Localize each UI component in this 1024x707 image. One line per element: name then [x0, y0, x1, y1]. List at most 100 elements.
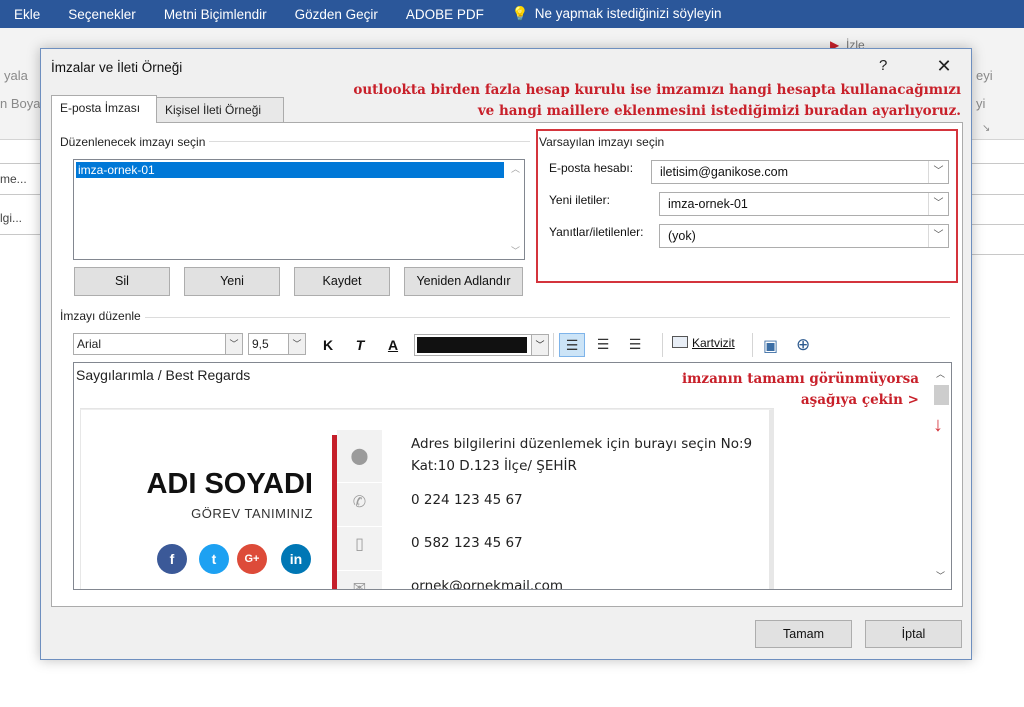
align-right-button[interactable]: ☰ — [622, 333, 648, 357]
signature-card: ADI SOYADI GÖREV TANIMINIZ f t G+ in ⬤ ✆… — [80, 409, 774, 590]
font-size-value: 9,5 — [252, 337, 269, 351]
bg-row-1: me... — [0, 172, 27, 186]
tab-adobe-pdf[interactable]: ADOBE PDF — [406, 7, 484, 22]
hyperlink-icon[interactable]: ⊕ — [796, 335, 810, 355]
scroll-up-icon[interactable]: ︿ — [936, 367, 945, 380]
chevron-down-icon[interactable]: ﹀ — [225, 334, 242, 354]
signature-role: GÖREV TANIMINIZ — [191, 506, 313, 521]
chevron-down-icon[interactable]: ﹀ — [288, 334, 305, 354]
google-plus-icon[interactable]: G+ — [237, 544, 267, 574]
tab-secenekler[interactable]: Seçenekler — [68, 7, 136, 22]
icon-divider — [337, 570, 382, 571]
signature-mobile: 0 582 123 45 67 — [411, 535, 523, 551]
tab-ekle[interactable]: Ekle — [14, 7, 40, 22]
annotation-scroll-line-1: imzanın tamamı görünmüyorsa — [681, 371, 919, 387]
ribbon-fragment-left-1: yala — [4, 68, 28, 83]
contact-icon-column: ⬤ ✆ ▯ ✉ — [337, 430, 382, 590]
ribbon-fragment-left-2: n Boya — [0, 96, 41, 111]
bold-button[interactable]: K — [318, 337, 338, 353]
signature-email: ornek@ornekmail.com — [411, 578, 564, 590]
dialog-launcher-icon[interactable]: ↘ — [982, 123, 990, 134]
bg-divider — [972, 163, 1024, 164]
new-button[interactable]: Yeni — [184, 267, 280, 296]
signature-list[interactable]: imza-ornek-01 ︿ ﹀ — [73, 159, 525, 260]
font-color-select[interactable]: ﹀ — [414, 334, 549, 356]
annotation-top: outlookta birden fazla hesap kurulu ise … — [291, 80, 961, 122]
facebook-icon[interactable]: f — [157, 544, 187, 574]
italic-button[interactable]: T — [350, 337, 370, 353]
lightbulb-icon: 💡 — [511, 6, 529, 21]
align-center-button[interactable]: ☰ — [590, 333, 616, 357]
help-button[interactable]: ? — [879, 57, 887, 74]
new-messages-select[interactable]: imza-ornek-01 ﹀ — [659, 192, 949, 216]
down-arrow-icon: ↓ — [933, 414, 943, 436]
signature-name: ADI SOYADI — [146, 468, 313, 500]
default-signature-label: Varsayılan imzayı seçin — [539, 135, 665, 149]
ribbon-fragment-right-2: yi — [976, 96, 986, 111]
rename-button[interactable]: Yeniden Adlandır — [404, 267, 523, 296]
icon-divider — [337, 526, 382, 527]
signature-greeting: Saygılarımla / Best Regards — [76, 367, 251, 383]
bg-divider — [0, 234, 40, 235]
tell-me-search[interactable]: 💡 Ne yapmak istediğinizi söyleyin — [512, 6, 722, 22]
chevron-down-icon[interactable]: ﹀ — [928, 225, 948, 247]
bg-divider — [972, 194, 1024, 195]
font-value: Arial — [77, 337, 102, 351]
icon-divider — [337, 482, 382, 483]
scrollbar-thumb[interactable] — [934, 385, 949, 405]
ok-button[interactable]: Tamam — [755, 620, 852, 648]
annotation-top-line-1: outlookta birden fazla hesap kurulu ise … — [353, 82, 961, 98]
business-card-icon — [672, 336, 688, 348]
envelope-icon: ✉ — [352, 580, 367, 590]
twitter-icon[interactable]: t — [199, 544, 229, 574]
tab-email-signature[interactable]: E-posta İmzası — [51, 95, 157, 123]
mobile-icon: ▯ — [355, 536, 364, 553]
location-pin-icon: ⬤ — [350, 448, 369, 465]
align-left-button[interactable]: ☰ — [559, 333, 585, 357]
underline-button[interactable]: A — [383, 337, 403, 353]
editor-scrollbar[interactable]: ︿ ﹀ — [932, 363, 951, 589]
signature-address-line2: Kat:10 D.123 İlçe/ ŞEHİR — [411, 458, 577, 474]
replies-select[interactable]: (yok) ﹀ — [659, 224, 949, 248]
ribbon-fragment-right-1: eyi — [976, 68, 993, 83]
ribbon-tab-bar: Ekle Seçenekler Metni Biçimlendir Gözden… — [0, 0, 1024, 28]
save-button[interactable]: Kaydet — [294, 267, 390, 296]
close-button[interactable]: ✕ — [931, 54, 957, 78]
chevron-down-icon[interactable]: ﹀ — [531, 335, 548, 355]
font-select[interactable]: Arial ﹀ — [73, 333, 243, 355]
scroll-down-icon[interactable]: ﹀ — [936, 569, 945, 582]
business-card-label: Kartvizit — [692, 336, 735, 350]
email-account-select[interactable]: iletisim@ganikose.com ﹀ — [651, 160, 949, 184]
email-account-value: iletisim@ganikose.com — [660, 165, 789, 179]
bg-divider — [972, 254, 1024, 255]
tab-personal-stationery[interactable]: Kişisel İleti Örneği — [156, 97, 284, 123]
scroll-up-icon[interactable]: ︿ — [511, 162, 520, 175]
annotation-top-line-2: ve hangi maillere eklenmesini istediğimi… — [477, 103, 961, 119]
dialog-title: İmzalar ve İleti Örneği — [51, 60, 183, 75]
replies-label: Yanıtlar/iletilenler: — [549, 225, 644, 239]
edit-signature-label: İmzayı düzenle — [60, 309, 145, 323]
tell-me-label: Ne yapmak istediğinizi söyleyin — [534, 6, 722, 21]
group-divider — [60, 317, 950, 318]
bg-divider — [0, 163, 40, 164]
tab-gozden-gecir[interactable]: Gözden Geçir — [295, 7, 378, 22]
new-messages-value: imza-ornek-01 — [668, 197, 748, 211]
new-messages-label: Yeni iletiler: — [549, 193, 610, 207]
delete-button[interactable]: Sil — [74, 267, 170, 296]
linkedin-icon[interactable]: in — [281, 544, 311, 574]
phone-icon: ✆ — [352, 494, 367, 511]
tab-metni-bicimlendir[interactable]: Metni Biçimlendir — [164, 7, 267, 22]
chevron-down-icon[interactable]: ﹀ — [928, 161, 948, 183]
scroll-down-icon[interactable]: ﹀ — [511, 244, 520, 257]
chevron-down-icon[interactable]: ﹀ — [928, 193, 948, 215]
signature-editor[interactable]: Saygılarımla / Best Regards ADI SOYADI G… — [73, 362, 952, 590]
annotation-scroll-hint: imzanın tamamı görünmüyorsa aşağıya çeki… — [634, 369, 919, 411]
business-card-button[interactable]: Kartvizit — [672, 336, 735, 350]
list-item[interactable]: imza-ornek-01 — [76, 162, 504, 178]
bg-divider — [972, 224, 1024, 225]
toolbar-separator — [662, 333, 663, 357]
insert-picture-icon[interactable]: ▣ — [763, 336, 778, 356]
font-size-select[interactable]: 9,5 ﹀ — [248, 333, 306, 355]
cancel-button[interactable]: İptal — [865, 620, 962, 648]
list-scrollbar[interactable]: ︿ ﹀ — [507, 160, 524, 259]
